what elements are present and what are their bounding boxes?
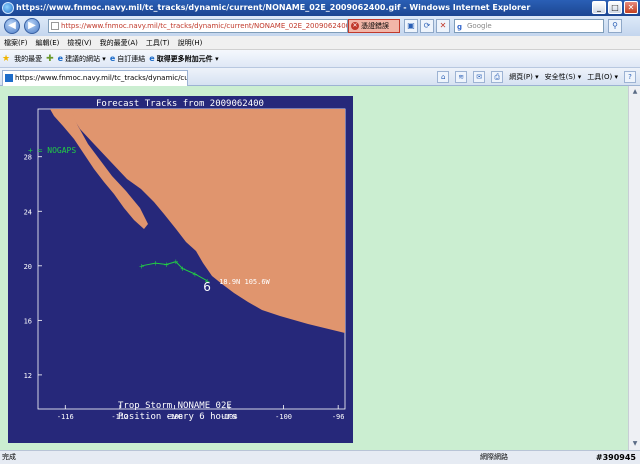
- track-point: +: [163, 261, 169, 269]
- command-bar: ⌂ ≋ ✉ ⎙ 網頁(P) ▾ 安全性(S) ▾ 工具(O) ▾ ?: [437, 70, 636, 84]
- forecast-track-map: -116 -112 -108 -104 -100 -962824201612 ++++++…: [8, 96, 353, 443]
- stop-icon[interactable]: ✕: [436, 19, 450, 33]
- refresh-icon[interactable]: ⟳: [420, 19, 434, 33]
- tab-page-icon: [5, 74, 13, 82]
- window-title: https://www.fnmoc.navy.mil/tc_tracks/dyn…: [16, 3, 531, 12]
- title-bar: https://www.fnmoc.navy.mil/tc_tracks/dyn…: [0, 0, 640, 16]
- track-point: +: [192, 271, 198, 279]
- fav-custom-links[interactable]: e 自訂連結: [110, 54, 145, 64]
- favorites-label[interactable]: 我的最愛: [14, 54, 42, 64]
- menu-help[interactable]: 說明(H): [178, 36, 203, 49]
- y-tick-label: 24: [24, 208, 32, 216]
- legend-text: + = NOGAPS: [28, 146, 76, 155]
- status-bar: 完成 網際網路 #390945: [0, 450, 640, 464]
- minimize-button[interactable]: _: [592, 1, 606, 14]
- chart-title: Forecast Tracks from 2009062400: [96, 99, 264, 109]
- menu-bar: 檔案(F) 編輯(E) 檢視(V) 我的最愛(A) 工具(T) 說明(H): [0, 36, 640, 50]
- ie-icon: [2, 2, 14, 14]
- menu-favorites[interactable]: 我的最愛(A): [100, 36, 138, 49]
- help-icon[interactable]: ?: [624, 71, 636, 83]
- x-tick-label: -100: [275, 413, 292, 421]
- footer-line-2: Position every 6 hours: [118, 412, 237, 422]
- track-point: +: [180, 265, 186, 273]
- tab-current[interactable]: https://www.fnmoc.navy.mil/tc_tracks/dyn…: [2, 70, 188, 86]
- feeds-icon[interactable]: ≋: [455, 71, 468, 83]
- menu-edit[interactable]: 編輯(E): [36, 36, 60, 49]
- back-icon[interactable]: ◀: [4, 18, 20, 34]
- fav-get-addons[interactable]: e 取得更多附加元件 ▾: [149, 54, 218, 64]
- tab-row: https://www.fnmoc.navy.mil/tc_tracks/dyn…: [0, 68, 640, 86]
- close-button[interactable]: ✕: [624, 1, 638, 14]
- forward-icon[interactable]: ▶: [24, 18, 40, 34]
- search-placeholder: Google: [467, 22, 492, 30]
- page-icon: [51, 22, 59, 30]
- security-zone: 網際網路: [480, 453, 508, 461]
- storm-symbol: 6: [203, 280, 211, 294]
- ie-page-icon: e: [149, 54, 155, 63]
- mail-icon[interactable]: ✉: [473, 71, 486, 83]
- address-url: https://www.fnmoc.navy.mil/tc_tracks/dyn…: [61, 22, 348, 30]
- print-icon[interactable]: ⎙: [491, 71, 504, 83]
- cmd-safety[interactable]: 安全性(S) ▾: [545, 70, 582, 84]
- y-tick-label: 12: [24, 372, 32, 380]
- track-point: +: [152, 260, 158, 268]
- menu-view[interactable]: 檢視(V): [67, 36, 91, 49]
- cmd-tools[interactable]: 工具(O) ▾: [587, 70, 618, 84]
- browser-window: https://www.fnmoc.navy.mil/tc_tracks/dyn…: [0, 0, 640, 464]
- y-tick-label: 20: [24, 263, 32, 271]
- tab-title: https://www.fnmoc.navy.mil/tc_tracks/dyn…: [15, 74, 187, 82]
- cmd-page[interactable]: 網頁(P) ▾: [509, 70, 538, 84]
- track-point: +: [173, 258, 179, 266]
- favorites-star-icon[interactable]: ★: [2, 54, 10, 64]
- footer-line-1: Trop Storm NONAME 02E: [118, 401, 232, 411]
- status-text: 完成: [2, 453, 16, 461]
- vertical-scrollbar[interactable]: ▲ ▼: [628, 86, 640, 450]
- storm-position-label: 18.9N 105.6W: [219, 278, 270, 286]
- menu-tools[interactable]: 工具(T): [146, 36, 170, 49]
- scroll-up-icon[interactable]: ▲: [630, 87, 640, 97]
- ie-page-icon: e: [109, 54, 116, 63]
- certificate-error-button[interactable]: ✕ 憑證錯誤: [348, 19, 400, 33]
- x-tick-label: -116: [57, 413, 74, 421]
- search-input[interactable]: g Google: [454, 19, 604, 33]
- address-bar[interactable]: https://www.fnmoc.navy.mil/tc_tracks/dyn…: [48, 19, 348, 33]
- x-tick-label: -96: [332, 413, 345, 421]
- home-icon[interactable]: ⌂: [437, 71, 450, 83]
- favorites-bar: ★ 我的最愛 ✚ e 建議的網站 ▾ e 自訂連結 e 取得更多附加元件 ▾: [0, 50, 640, 68]
- track-point: +: [139, 262, 145, 270]
- search-icon[interactable]: ⚲: [608, 19, 622, 33]
- ie-page-icon: e: [57, 54, 64, 63]
- compatibility-icon[interactable]: ▣: [404, 19, 418, 33]
- zoom-level[interactable]: #390945: [596, 451, 636, 464]
- google-icon: g: [457, 23, 463, 31]
- scroll-down-icon[interactable]: ▼: [630, 439, 640, 449]
- fav-suggested-sites[interactable]: e 建議的網站 ▾: [58, 54, 106, 64]
- error-icon: ✕: [351, 22, 359, 30]
- maximize-button[interactable]: □: [608, 1, 622, 14]
- address-row: ◀ ▶ https://www.fnmoc.navy.mil/tc_tracks…: [0, 16, 640, 36]
- add-favorite-icon[interactable]: ✚: [46, 54, 54, 64]
- menu-file[interactable]: 檔案(F): [4, 36, 28, 49]
- cert-error-label: 憑證錯誤: [361, 22, 389, 30]
- y-tick-label: 16: [24, 317, 32, 325]
